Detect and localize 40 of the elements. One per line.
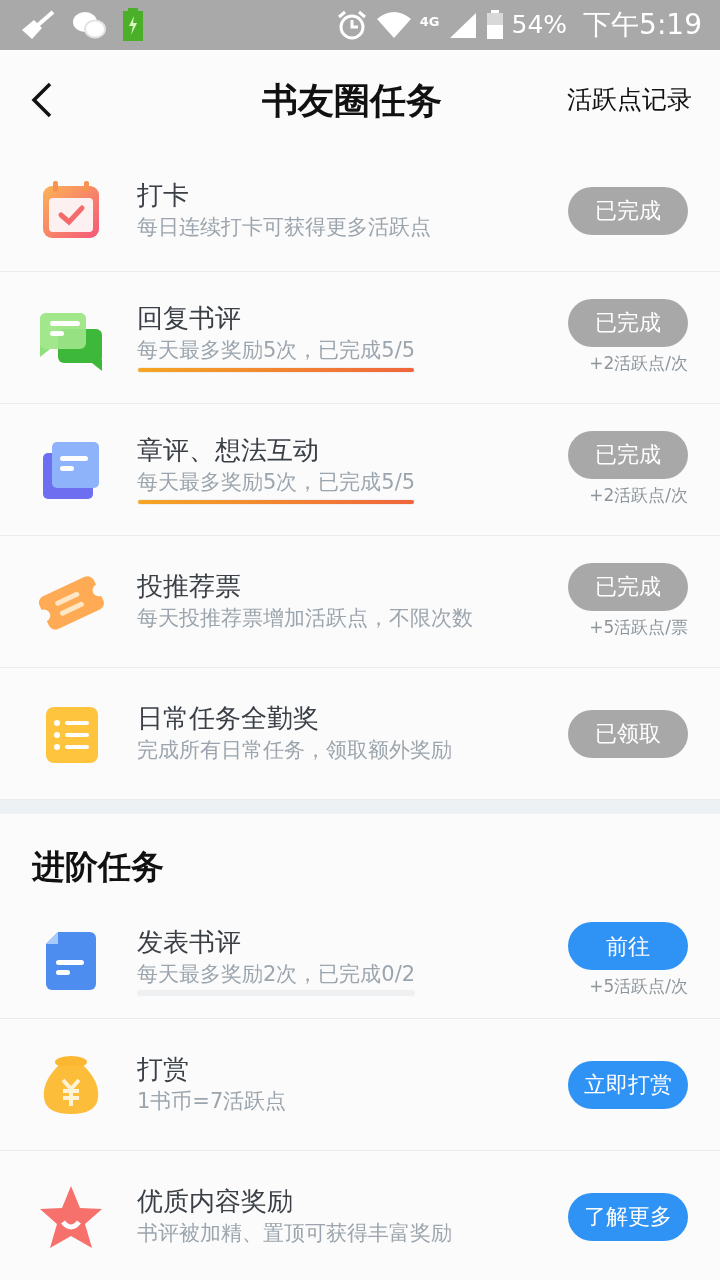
battery-icon [485,10,504,40]
reward-text: +5活跃点/次 [589,975,688,999]
alarm-clock-icon [335,9,368,41]
wifi-icon [375,11,412,39]
task-description: 每天投推荐票增加活跃点，不限次数 [137,604,473,632]
chat-bubbles-icon [72,10,106,40]
completed-button[interactable]: 已完成 [568,562,688,611]
section-title: 进阶任务 [30,846,165,888]
completed-button[interactable]: 已领取 [568,709,688,758]
completed-button[interactable]: 已完成 [568,186,688,235]
task-description: 每天最多奖励5次，已完成5/5 [137,469,416,497]
task-title: 日常任务全勤奖 [137,701,320,735]
battery-charging-icon [122,8,144,42]
completed-button[interactable]: 已完成 [568,298,688,347]
action-button[interactable]: 前往 [568,922,688,971]
network-type-label: 4G [419,13,440,31]
task-title: 回复书评 [137,302,242,336]
reward-text: +2活跃点/次 [589,351,688,375]
page-title: 书友圈任务 [260,78,443,123]
completed-button[interactable]: 已完成 [568,430,688,479]
task-description: 1书币=7活跃点 [137,1087,287,1115]
task-title: 打赏 [137,1052,190,1086]
task-title: 发表书评 [137,925,242,959]
clock-time: 下午5:19 [583,7,702,43]
task-title: 打卡 [137,178,190,212]
reward-text: +2活跃点/次 [589,483,688,507]
battery-percentage: 54% [511,9,568,42]
task-title: 投推荐票 [137,569,242,603]
task-description: 每天最多奖励2次，已完成0/2 [137,960,416,988]
reward-text: +5活跃点/票 [589,615,688,639]
task-title: 章评、想法互动 [137,434,320,468]
action-button[interactable]: 立即打赏 [568,1060,688,1109]
task-description: 完成所有日常任务，领取额外奖励 [137,736,452,764]
activity-log-link[interactable]: 活跃点记录 [567,81,692,119]
broom-icon [20,10,56,40]
task-description: 书评被加精、置顶可获得丰富奖励 [137,1219,452,1247]
task-title: 优质内容奖励 [137,1184,294,1218]
task-description: 每日连续打卡可获得更多活跃点 [137,213,431,241]
task-description: 每天最多奖励5次，已完成5/5 [137,337,416,365]
action-button[interactable]: 了解更多 [568,1192,688,1241]
